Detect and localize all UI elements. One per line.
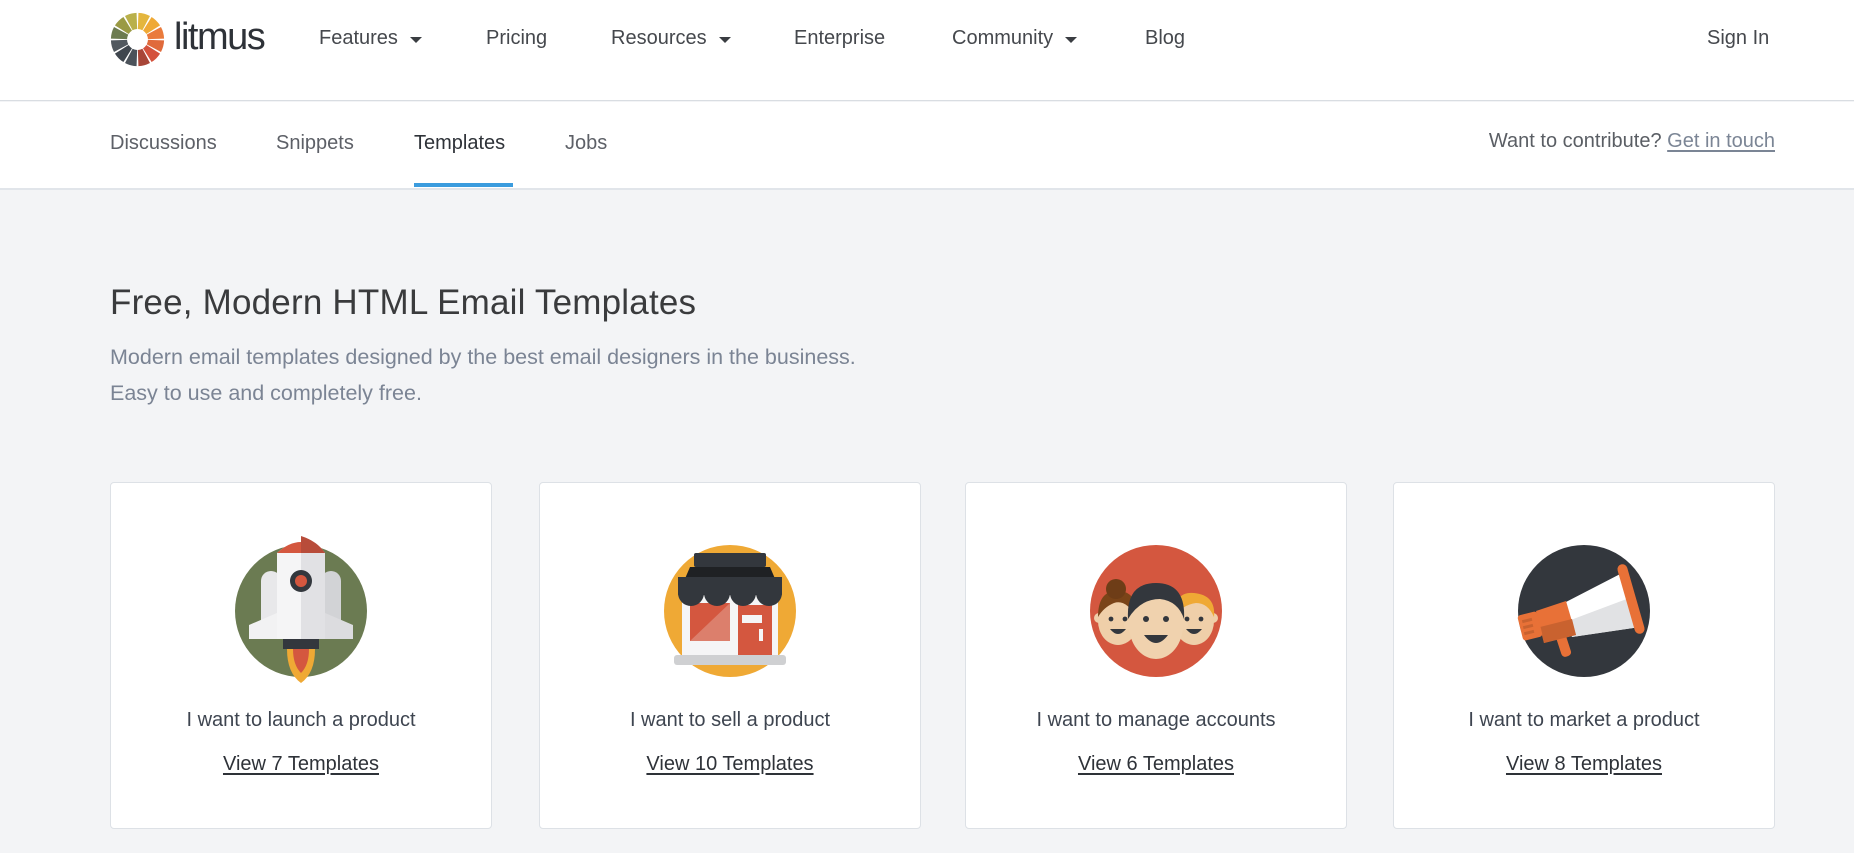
- view-templates-link-text[interactable]: View 7 Templates: [223, 753, 379, 775]
- view-templates-link[interactable]: View 6 Templates: [966, 753, 1346, 776]
- caret-down-icon: [1065, 36, 1078, 43]
- nav-pricing-label: Pricing: [486, 27, 548, 49]
- view-templates-link[interactable]: View 10 Templates: [540, 753, 920, 776]
- nav-resources-label: Resources: [611, 27, 707, 49]
- color-wheel-logo-icon: [110, 12, 165, 66]
- rocket-icon: [231, 533, 371, 693]
- tab-discussions[interactable]: Discussions: [110, 132, 217, 155]
- view-templates-link[interactable]: View 8 Templates: [1394, 753, 1774, 776]
- nav-features-label: Features: [319, 27, 398, 49]
- view-templates-link[interactable]: View 7 Templates: [111, 753, 491, 776]
- view-templates-link-text[interactable]: View 10 Templates: [646, 753, 813, 775]
- view-templates-link-text[interactable]: View 8 Templates: [1506, 753, 1662, 775]
- category-card-manage[interactable]: I want to manage accounts View 6 Templat…: [965, 482, 1347, 829]
- nav-pricing[interactable]: Pricing: [486, 27, 547, 50]
- nav-community-label: Community: [952, 27, 1054, 49]
- brand-wordmark: litmus: [174, 16, 266, 58]
- storefront-icon: [660, 533, 800, 693]
- tab-templates[interactable]: Templates: [414, 132, 505, 155]
- contribute-text: Want to contribute?: [1488, 130, 1662, 152]
- card-title: I want to market a product: [1468, 709, 1700, 731]
- litmus-logo[interactable]: litmus: [109, 10, 266, 68]
- get-in-touch-link[interactable]: Get in touch: [1667, 130, 1775, 152]
- page-title: Free, Modern HTML Email Templates: [110, 283, 697, 322]
- nav-community[interactable]: Community: [952, 27, 1078, 50]
- contribute-prompt: Want to contribute? Get in touch: [1489, 130, 1775, 153]
- sign-in-link[interactable]: Sign In: [1707, 27, 1769, 50]
- active-tab-indicator: [414, 183, 513, 187]
- nav-enterprise-label: Enterprise: [794, 27, 886, 49]
- nav-blog[interactable]: Blog: [1145, 27, 1185, 50]
- category-card-sell[interactable]: I want to sell a product View 10 Templat…: [539, 482, 921, 829]
- category-card-market[interactable]: I want to market a product View 8 Templa…: [1393, 482, 1775, 829]
- category-card-launch[interactable]: I want to launch a product View 7 Templa…: [110, 482, 492, 829]
- tab-snippets[interactable]: Snippets: [276, 132, 354, 155]
- nav-blog-label: Blog: [1145, 27, 1186, 49]
- card-title: I want to launch a product: [186, 709, 416, 731]
- nav-enterprise[interactable]: Enterprise: [794, 27, 885, 50]
- nav-resources[interactable]: Resources: [611, 27, 731, 50]
- megaphone-icon: [1514, 533, 1654, 693]
- caret-down-icon: [718, 36, 731, 43]
- page-subtitle: Modern email templates designed by the b…: [110, 345, 856, 405]
- people-icon: [1086, 533, 1226, 693]
- card-title: I want to manage accounts: [1036, 709, 1276, 731]
- tab-jobs[interactable]: Jobs: [565, 132, 607, 155]
- card-title: I want to sell a product: [629, 709, 831, 731]
- community-subnav: Discussions Snippets Templates Jobs Want…: [0, 102, 1854, 190]
- caret-down-icon: [409, 36, 422, 43]
- nav-features[interactable]: Features: [319, 27, 422, 50]
- top-navigation-bar: litmus Features Pricing Resources Enterp…: [0, 0, 1854, 101]
- view-templates-link-text[interactable]: View 6 Templates: [1078, 753, 1234, 775]
